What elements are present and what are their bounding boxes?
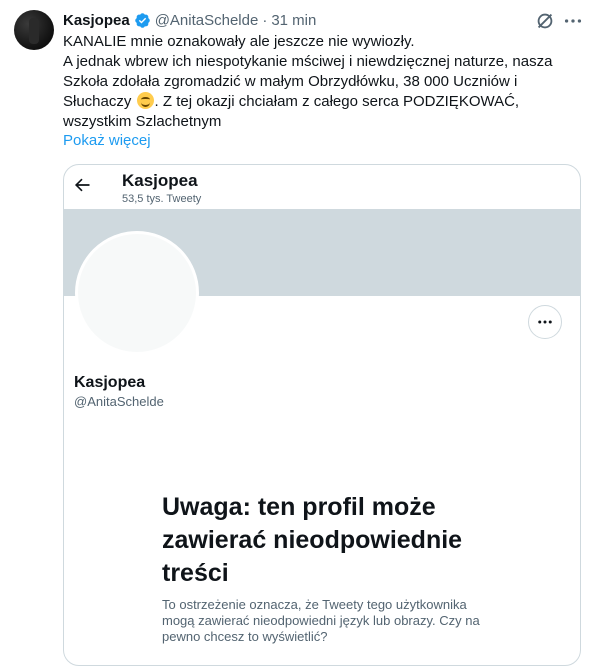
more-options-icon[interactable] bbox=[562, 10, 584, 32]
profile-name: Kasjopea bbox=[74, 374, 146, 391]
profile-avatar bbox=[75, 231, 199, 355]
tweet-line-2: A jednak wbrew ich niespotykanie mściwej… bbox=[63, 52, 583, 132]
more-options-icon bbox=[538, 320, 552, 324]
profile-handle: @AnitaSchelde bbox=[74, 394, 164, 409]
tweet-time[interactable]: 31 min bbox=[271, 12, 316, 29]
grok-icon[interactable] bbox=[534, 10, 556, 32]
tweet-header: Kasjopea @AnitaSchelde · 31 min bbox=[63, 11, 316, 29]
show-more-link[interactable]: Pokaż więcej bbox=[63, 132, 151, 149]
verified-badge-icon bbox=[134, 12, 150, 28]
tweet-line-1: KANALIE mnie oznakowały ale jeszcze nie … bbox=[63, 33, 415, 50]
profile-more-button[interactable] bbox=[528, 305, 562, 339]
profile-card[interactable]: Kasjopea 53,5 tys. Tweety Kasjopea @Anit… bbox=[63, 164, 581, 666]
tweet-text: KANALIE mnie oznakowały ale jeszcze nie … bbox=[63, 32, 583, 132]
tweet-count: 53,5 tys. Tweety bbox=[122, 193, 202, 205]
header-separator: · bbox=[262, 11, 268, 29]
back-arrow-icon[interactable] bbox=[72, 175, 92, 195]
author-name[interactable]: Kasjopea bbox=[63, 12, 130, 29]
warning-text: To ostrzeżenie oznacza, że Tweety tego u… bbox=[162, 597, 480, 644]
tweet-line-2-end: . Z tej okazji chciałam z całego serca P… bbox=[63, 93, 520, 130]
warning-title: Uwaga: ten profil może zawierać nieodpow… bbox=[162, 493, 463, 587]
author-handle[interactable]: @AnitaSchelde bbox=[155, 12, 259, 29]
card-profile-name: Kasjopea bbox=[122, 171, 198, 190]
author-avatar[interactable] bbox=[14, 10, 54, 50]
smiling-face-emoji-icon bbox=[136, 92, 154, 109]
